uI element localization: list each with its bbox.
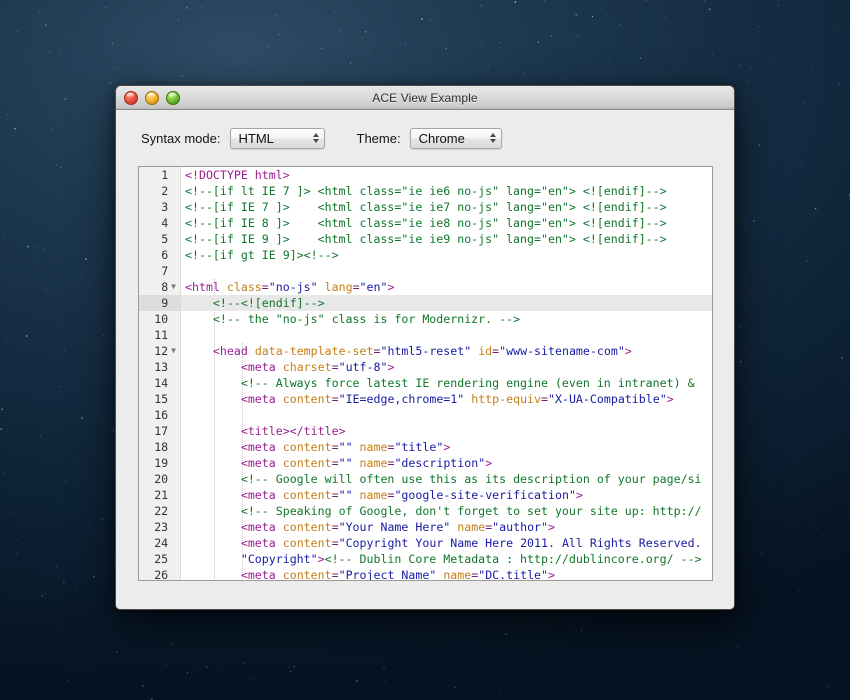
line-number: 18▼ <box>139 439 181 455</box>
line-number: 21▼ <box>139 487 181 503</box>
code-line-text: <!-- Always force latest IE rendering en… <box>181 375 712 391</box>
line-number: 25▼ <box>139 551 181 567</box>
code-line-text: <!--[if gt IE 9]><!--> <box>181 247 712 263</box>
code-line-text: <!--<![endif]--> <box>181 295 712 311</box>
code-line-text: <meta content="IE=edge,chrome=1" http-eq… <box>181 391 712 407</box>
line-number: 26▼ <box>139 567 181 580</box>
syntax-mode-label: Syntax mode: <box>141 131 221 146</box>
code-line[interactable]: 18▼ <meta content="" name="title"> <box>139 439 712 455</box>
line-number: 24▼ <box>139 535 181 551</box>
code-line[interactable]: 22▼ <!-- Speaking of Google, don't forge… <box>139 503 712 519</box>
code-line[interactable]: 26▼ <meta content="Project Name" name="D… <box>139 567 712 580</box>
code-line-text: <!-- Google will often use this as its d… <box>181 471 712 487</box>
code-line-text: <head data-template-set="html5-reset" id… <box>181 343 712 359</box>
code-line[interactable]: 16▼ <box>139 407 712 423</box>
toolbar: Syntax mode: HTML Theme: Chrome <box>116 110 734 166</box>
code-line-text: <meta content="Project Name" name="DC.ti… <box>181 567 712 580</box>
code-line-text: <meta content="Your Name Here" name="aut… <box>181 519 712 535</box>
code-line-text: <meta content="" name="description"> <box>181 455 712 471</box>
code-line-text: <!--[if IE 9 ]> <html class="ie ie9 no-j… <box>181 231 712 247</box>
line-number: 11▼ <box>139 327 181 343</box>
window-titlebar[interactable]: ACE View Example <box>116 86 734 110</box>
theme-select[interactable]: Chrome <box>410 128 502 149</box>
line-number: 23▼ <box>139 519 181 535</box>
code-line-text: <meta content="" name="title"> <box>181 439 712 455</box>
line-number: 20▼ <box>139 471 181 487</box>
line-number: 3▼ <box>139 199 181 215</box>
line-number: 5▼ <box>139 231 181 247</box>
theme-label: Theme: <box>357 131 401 146</box>
code-line-text: <!--[if lt IE 7 ]> <html class="ie ie6 n… <box>181 183 712 199</box>
code-line-text: <html class="no-js" lang="en"> <box>181 279 712 295</box>
line-number: 7▼ <box>139 263 181 279</box>
line-number: 10▼ <box>139 311 181 327</box>
line-number: 13▼ <box>139 359 181 375</box>
line-number: 9▼ <box>139 295 181 311</box>
fold-arrow-icon[interactable]: ▼ <box>171 283 176 291</box>
code-line-text: <!-- the "no-js" class is for Modernizr.… <box>181 311 712 327</box>
code-line[interactable]: 10▼ <!-- the "no-js" class is for Modern… <box>139 311 712 327</box>
code-line-text: <!--[if IE 7 ]> <html class="ie ie7 no-j… <box>181 199 712 215</box>
code-line-text <box>181 263 712 279</box>
line-number: 14▼ <box>139 375 181 391</box>
code-line-text: "Copyright"><!-- Dublin Core Metadata : … <box>181 551 712 567</box>
theme-value: Chrome <box>411 131 491 146</box>
line-number: 4▼ <box>139 215 181 231</box>
code-line[interactable]: 20▼ <!-- Google will often use this as i… <box>139 471 712 487</box>
code-line[interactable]: 14▼ <!-- Always force latest IE renderin… <box>139 375 712 391</box>
line-number: 22▼ <box>139 503 181 519</box>
line-number: 17▼ <box>139 423 181 439</box>
line-number: 16▼ <box>139 407 181 423</box>
zoom-button-icon[interactable] <box>166 91 180 105</box>
code-line[interactable]: 21▼ <meta content="" name="google-site-v… <box>139 487 712 503</box>
code-line[interactable]: 25▼ "Copyright"><!-- Dublin Core Metadat… <box>139 551 712 567</box>
line-number: 15▼ <box>139 391 181 407</box>
code-line[interactable]: 13▼ <meta charset="utf-8"> <box>139 359 712 375</box>
code-line[interactable]: 17▼ <title></title> <box>139 423 712 439</box>
code-line[interactable]: 24▼ <meta content="Copyright Your Name H… <box>139 535 712 551</box>
application-window: ACE View Example Syntax mode: HTML Theme… <box>115 85 735 610</box>
window-controls <box>124 91 180 105</box>
code-line-text: <meta content="" name="google-site-verif… <box>181 487 712 503</box>
fold-arrow-icon[interactable]: ▼ <box>171 347 176 355</box>
code-editor-frame[interactable]: 1▼<!DOCTYPE html>2▼<!--[if lt IE 7 ]> <h… <box>138 166 713 581</box>
code-line[interactable]: 5▼<!--[if IE 9 ]> <html class="ie ie9 no… <box>139 231 712 247</box>
code-editor[interactable]: 1▼<!DOCTYPE html>2▼<!--[if lt IE 7 ]> <h… <box>139 167 712 580</box>
syntax-mode-select[interactable]: HTML <box>230 128 325 149</box>
code-line[interactable]: 9▼ <!--<![endif]--> <box>139 295 712 311</box>
code-line-text <box>181 407 712 423</box>
line-number: 2▼ <box>139 183 181 199</box>
minimize-button-icon[interactable] <box>145 91 159 105</box>
code-line[interactable]: 23▼ <meta content="Your Name Here" name=… <box>139 519 712 535</box>
close-button-icon[interactable] <box>124 91 138 105</box>
code-line[interactable]: 2▼<!--[if lt IE 7 ]> <html class="ie ie6… <box>139 183 712 199</box>
code-line-text: <!DOCTYPE html> <box>181 167 712 183</box>
code-line[interactable]: 4▼<!--[if IE 8 ]> <html class="ie ie8 no… <box>139 215 712 231</box>
code-line[interactable]: 6▼<!--[if gt IE 9]><!--> <box>139 247 712 263</box>
chevron-updown-icon <box>490 133 496 143</box>
code-line[interactable]: 19▼ <meta content="" name="description"> <box>139 455 712 471</box>
line-number: 1▼ <box>139 167 181 183</box>
code-line[interactable]: 8▼<html class="no-js" lang="en"> <box>139 279 712 295</box>
code-line-text: <title></title> <box>181 423 712 439</box>
code-line[interactable]: 1▼<!DOCTYPE html> <box>139 167 712 183</box>
line-number: 19▼ <box>139 455 181 471</box>
code-line-text: <meta content="Copyright Your Name Here … <box>181 535 712 551</box>
code-line[interactable]: 15▼ <meta content="IE=edge,chrome=1" htt… <box>139 391 712 407</box>
code-line-text <box>181 327 712 343</box>
code-line-text: <!--[if IE 8 ]> <html class="ie ie8 no-j… <box>181 215 712 231</box>
line-number: 12▼ <box>139 343 181 359</box>
code-line[interactable]: 11▼ <box>139 327 712 343</box>
code-lines[interactable]: 1▼<!DOCTYPE html>2▼<!--[if lt IE 7 ]> <h… <box>139 167 712 580</box>
syntax-mode-value: HTML <box>231 131 300 146</box>
chevron-updown-icon <box>313 133 319 143</box>
code-line-text: <!-- Speaking of Google, don't forget to… <box>181 503 712 519</box>
code-line-text: <meta charset="utf-8"> <box>181 359 712 375</box>
code-line[interactable]: 12▼ <head data-template-set="html5-reset… <box>139 343 712 359</box>
line-number: 6▼ <box>139 247 181 263</box>
code-line[interactable]: 7▼ <box>139 263 712 279</box>
code-line[interactable]: 3▼<!--[if IE 7 ]> <html class="ie ie7 no… <box>139 199 712 215</box>
line-number: 8▼ <box>139 279 181 295</box>
window-title: ACE View Example <box>116 91 734 105</box>
